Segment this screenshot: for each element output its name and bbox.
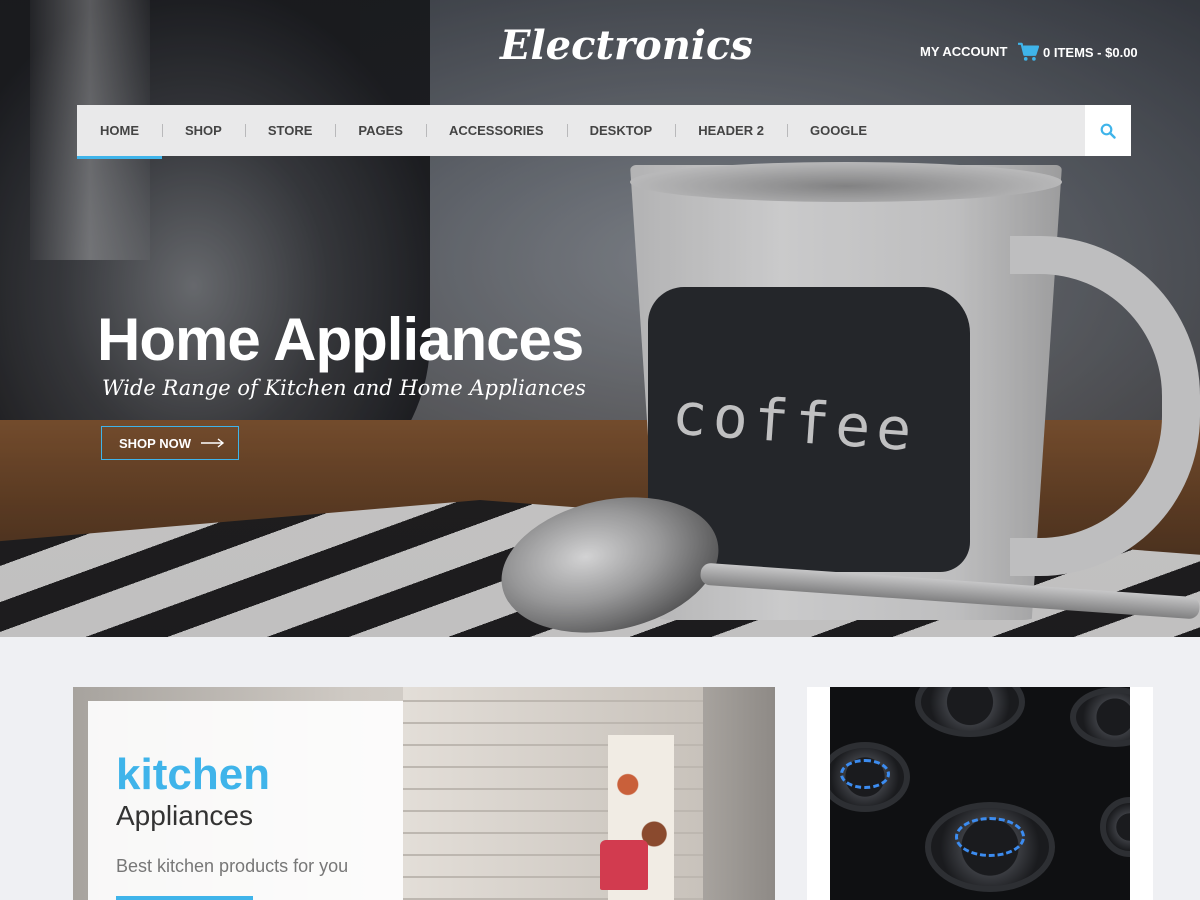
cart-icon bbox=[1018, 42, 1039, 61]
stove-burner bbox=[1070, 687, 1130, 747]
nav-item-accessories[interactable]: ACCESSORIES bbox=[425, 105, 567, 156]
nav-item-home[interactable]: HOME bbox=[77, 105, 162, 159]
nav-item-desktop[interactable]: DESKTOP bbox=[566, 105, 676, 156]
my-account-link[interactable]: MY ACCOUNT bbox=[920, 44, 1007, 59]
site-logo[interactable]: Electronics bbox=[500, 22, 753, 69]
kitchen-card-accent-bar bbox=[116, 896, 253, 900]
kitchen-card-keyword: kitchen bbox=[116, 750, 271, 799]
stove-flame bbox=[840, 759, 890, 789]
nav-item-pages[interactable]: PAGES bbox=[335, 105, 426, 156]
shop-now-button[interactable]: SHOP NOW bbox=[101, 426, 239, 460]
nav-item-store[interactable]: STORE bbox=[244, 105, 336, 156]
stove-burner bbox=[915, 687, 1025, 737]
search-button[interactable] bbox=[1085, 105, 1131, 156]
kitchen-card-heading: Appliances bbox=[116, 800, 253, 831]
nav-item-shop[interactable]: SHOP bbox=[162, 105, 245, 156]
stove-image bbox=[830, 687, 1130, 900]
hero-title: Home Appliances bbox=[97, 306, 584, 373]
stove-burner bbox=[1100, 797, 1130, 857]
shop-now-label: SHOP NOW bbox=[119, 435, 191, 451]
nav-item-google[interactable]: GOOGLE bbox=[786, 105, 890, 156]
kitchen-red-kettle bbox=[600, 840, 648, 890]
stove-flame bbox=[955, 817, 1025, 857]
nav-item-header-2[interactable]: HEADER 2 bbox=[675, 105, 787, 156]
search-icon bbox=[1100, 123, 1116, 139]
kitchen-card-text: Best kitchen products for you bbox=[116, 856, 349, 876]
main-nav: HOME SHOP STORE PAGES ACCESSORIES DESKTO… bbox=[77, 105, 1131, 159]
arrow-right-icon bbox=[201, 438, 225, 448]
cart-summary: 0 ITEMS - $0.00 bbox=[1043, 44, 1138, 60]
cart-link[interactable]: 0 ITEMS - $0.00 bbox=[1017, 42, 1138, 62]
hero-subtitle: Wide Range of Kitchen and Home Appliance… bbox=[102, 376, 586, 400]
